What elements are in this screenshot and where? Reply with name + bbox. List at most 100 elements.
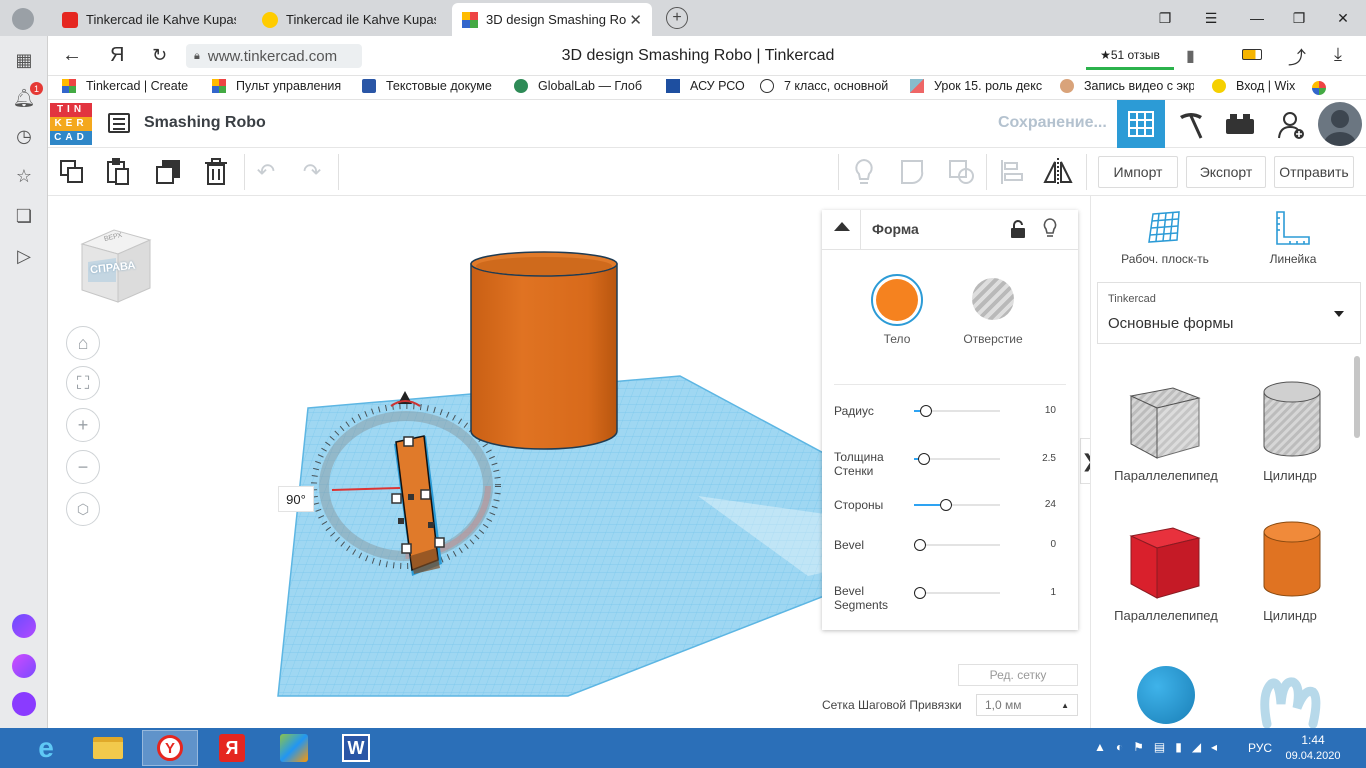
slider-knob[interactable] <box>918 453 931 465</box>
url-field[interactable]: 🔒︎ www.tinkercad.com <box>186 44 362 68</box>
fit-view-button[interactable]: ⛶ <box>66 366 100 400</box>
yandex-task[interactable]: Я <box>204 730 260 766</box>
resize-handle[interactable] <box>434 537 445 548</box>
paint-task[interactable] <box>266 730 322 766</box>
explorer-icon[interactable] <box>80 730 136 766</box>
copy-icon[interactable] <box>56 156 88 188</box>
send-button[interactable]: Отправить <box>1274 156 1354 188</box>
browser-tab[interactable]: Tinkercad ile Kahve Kupası <box>252 3 448 36</box>
download-icon[interactable]: ⤓ <box>1334 44 1342 65</box>
shape-tile-cylinder[interactable]: Цилиндр <box>1235 512 1351 628</box>
shape-tile-box[interactable]: Параллелепипед <box>1111 512 1227 628</box>
group-icon[interactable] <box>898 156 930 188</box>
apps-grid-icon[interactable]: ▦ <box>12 48 36 72</box>
alice-icon[interactable] <box>12 614 36 638</box>
star-icon[interactable]: ☆ <box>12 164 36 188</box>
ungroup-icon[interactable] <box>946 156 978 188</box>
history-icon[interactable]: ◷ <box>12 124 36 148</box>
redo-icon[interactable]: ↷ <box>296 156 328 188</box>
view-cube[interactable]: ВЕРХ СПРАВА <box>76 222 156 306</box>
close-icon[interactable]: ✕ <box>629 11 642 29</box>
export-button[interactable]: Экспорт <box>1186 156 1266 188</box>
workplane-tool[interactable]: Рабоч. плоск-ть <box>1113 210 1213 270</box>
bookmark-item[interactable]: Tinkercad | Create <box>62 79 202 93</box>
unlock-icon[interactable] <box>1010 220 1026 238</box>
alice-voice-icon[interactable] <box>12 692 36 716</box>
lego-brick-icon[interactable] <box>1226 114 1254 134</box>
profile-icon[interactable] <box>12 8 34 30</box>
slider-knob[interactable] <box>914 539 926 551</box>
shape-tile-cylinder-striped[interactable]: Цилиндр <box>1235 372 1351 488</box>
bookmark-item[interactable]: Запись видео с экр <box>1060 79 1194 93</box>
new-tab-button[interactable]: + <box>666 7 688 29</box>
shape-tile-scribble[interactable] <box>1257 674 1327 729</box>
shape-category-select[interactable]: Tinkercad Основные формы <box>1097 282 1361 344</box>
bookmark-item[interactable]: Вход | Wix <box>1212 79 1308 93</box>
ruler-tool[interactable]: Линейка <box>1253 210 1333 270</box>
property-slider[interactable] <box>914 544 1000 546</box>
word-task[interactable]: W <box>328 730 384 766</box>
keyboard-language[interactable]: РУС <box>1248 741 1272 755</box>
undo-icon[interactable]: ↶ <box>250 156 282 188</box>
messenger-icon[interactable] <box>12 654 36 678</box>
duplicate-icon[interactable] <box>152 156 184 188</box>
yandex-logo-icon[interactable]: Я <box>110 44 124 67</box>
property-slider[interactable] <box>914 504 1000 506</box>
share-icon[interactable]: ⤴ <box>1288 44 1306 70</box>
cylinder-shape[interactable] <box>470 263 618 450</box>
resize-handle[interactable] <box>391 493 402 504</box>
design-name[interactable]: Smashing Robo <box>144 114 266 132</box>
add-user-icon[interactable] <box>1276 110 1306 140</box>
reload-icon[interactable]: ↻ <box>152 45 167 66</box>
slider-knob[interactable] <box>920 405 933 417</box>
property-value[interactable]: 10 <box>1022 405 1056 416</box>
minimize-button[interactable]: — <box>1234 0 1280 36</box>
tinkercad-logo[interactable]: TIN KER CAD <box>50 103 92 145</box>
slider-knob[interactable] <box>939 499 952 511</box>
hole-swatch[interactable] <box>972 278 1014 320</box>
solid-color-swatch[interactable] <box>871 274 923 326</box>
more-bookmarks-icon[interactable] <box>1312 81 1326 95</box>
avatar[interactable] <box>1318 102 1362 146</box>
bookmark-icon[interactable]: ▮ <box>1186 46 1195 66</box>
ie-icon[interactable]: e <box>30 732 62 764</box>
bookmark-item[interactable]: Текстовые докуме <box>362 79 498 93</box>
menu-icon[interactable]: ☰ <box>1188 0 1234 36</box>
property-value[interactable]: 1 <box>1022 587 1056 598</box>
maximize-button[interactable]: ❐ <box>1276 0 1322 36</box>
property-value[interactable]: 24 <box>1022 499 1056 510</box>
import-button[interactable]: Импорт <box>1098 156 1178 188</box>
trash-icon[interactable] <box>200 156 232 188</box>
home-view-button[interactable]: ⌂ <box>66 326 100 360</box>
tray-icons[interactable]: ▲◐⚑▤▮◢◂ <box>1094 740 1227 754</box>
lightbulb-icon[interactable] <box>848 156 880 188</box>
bookmark-item[interactable]: Урок 15. роль декс <box>910 79 1046 93</box>
video-icon[interactable]: ▷ <box>12 244 36 268</box>
paste-icon[interactable] <box>102 156 134 188</box>
zoom-out-button[interactable]: − <box>66 450 100 484</box>
yandex-browser-task[interactable]: Y <box>142 730 198 766</box>
bookmark-item[interactable]: АСУ РСО <box>666 79 756 93</box>
property-value[interactable]: 0 <box>1022 539 1056 550</box>
collapse-panel-button[interactable]: ❯ <box>1080 438 1090 484</box>
browser-tab[interactable]: Tinkercad ile Kahve Kupası <box>52 3 248 36</box>
resize-handle[interactable] <box>401 543 412 554</box>
back-icon[interactable]: ← <box>62 44 82 67</box>
ortho-view-button[interactable]: ⬡ <box>66 492 100 526</box>
shape-tile-box-striped[interactable]: Параллелепипед <box>1111 372 1227 488</box>
shape-tile-sphere[interactable] <box>1137 666 1201 726</box>
snap-grid-select[interactable]: 1,0 мм ▲ <box>976 694 1078 716</box>
resize-handle[interactable] <box>420 489 431 500</box>
property-value[interactable]: 2.5 <box>1022 453 1056 464</box>
bookmark-item[interactable]: Пульт управления <box>212 79 348 93</box>
close-window-button[interactable]: ✕ <box>1320 0 1366 36</box>
bookmark-item[interactable]: 7 класс, основной <box>760 79 896 93</box>
reviews-badge[interactable]: ★51 отзыв <box>1086 42 1174 70</box>
browser-tab-active[interactable]: 3D design Smashing Robo ✕ <box>452 3 652 36</box>
collapse-shape-panel-icon[interactable] <box>834 222 850 231</box>
property-slider[interactable] <box>914 592 1000 594</box>
align-icon[interactable] <box>996 156 1028 188</box>
collections-icon[interactable]: ❏ <box>12 204 36 228</box>
mirror-icon[interactable] <box>1042 156 1074 188</box>
resize-handle[interactable] <box>403 436 414 447</box>
